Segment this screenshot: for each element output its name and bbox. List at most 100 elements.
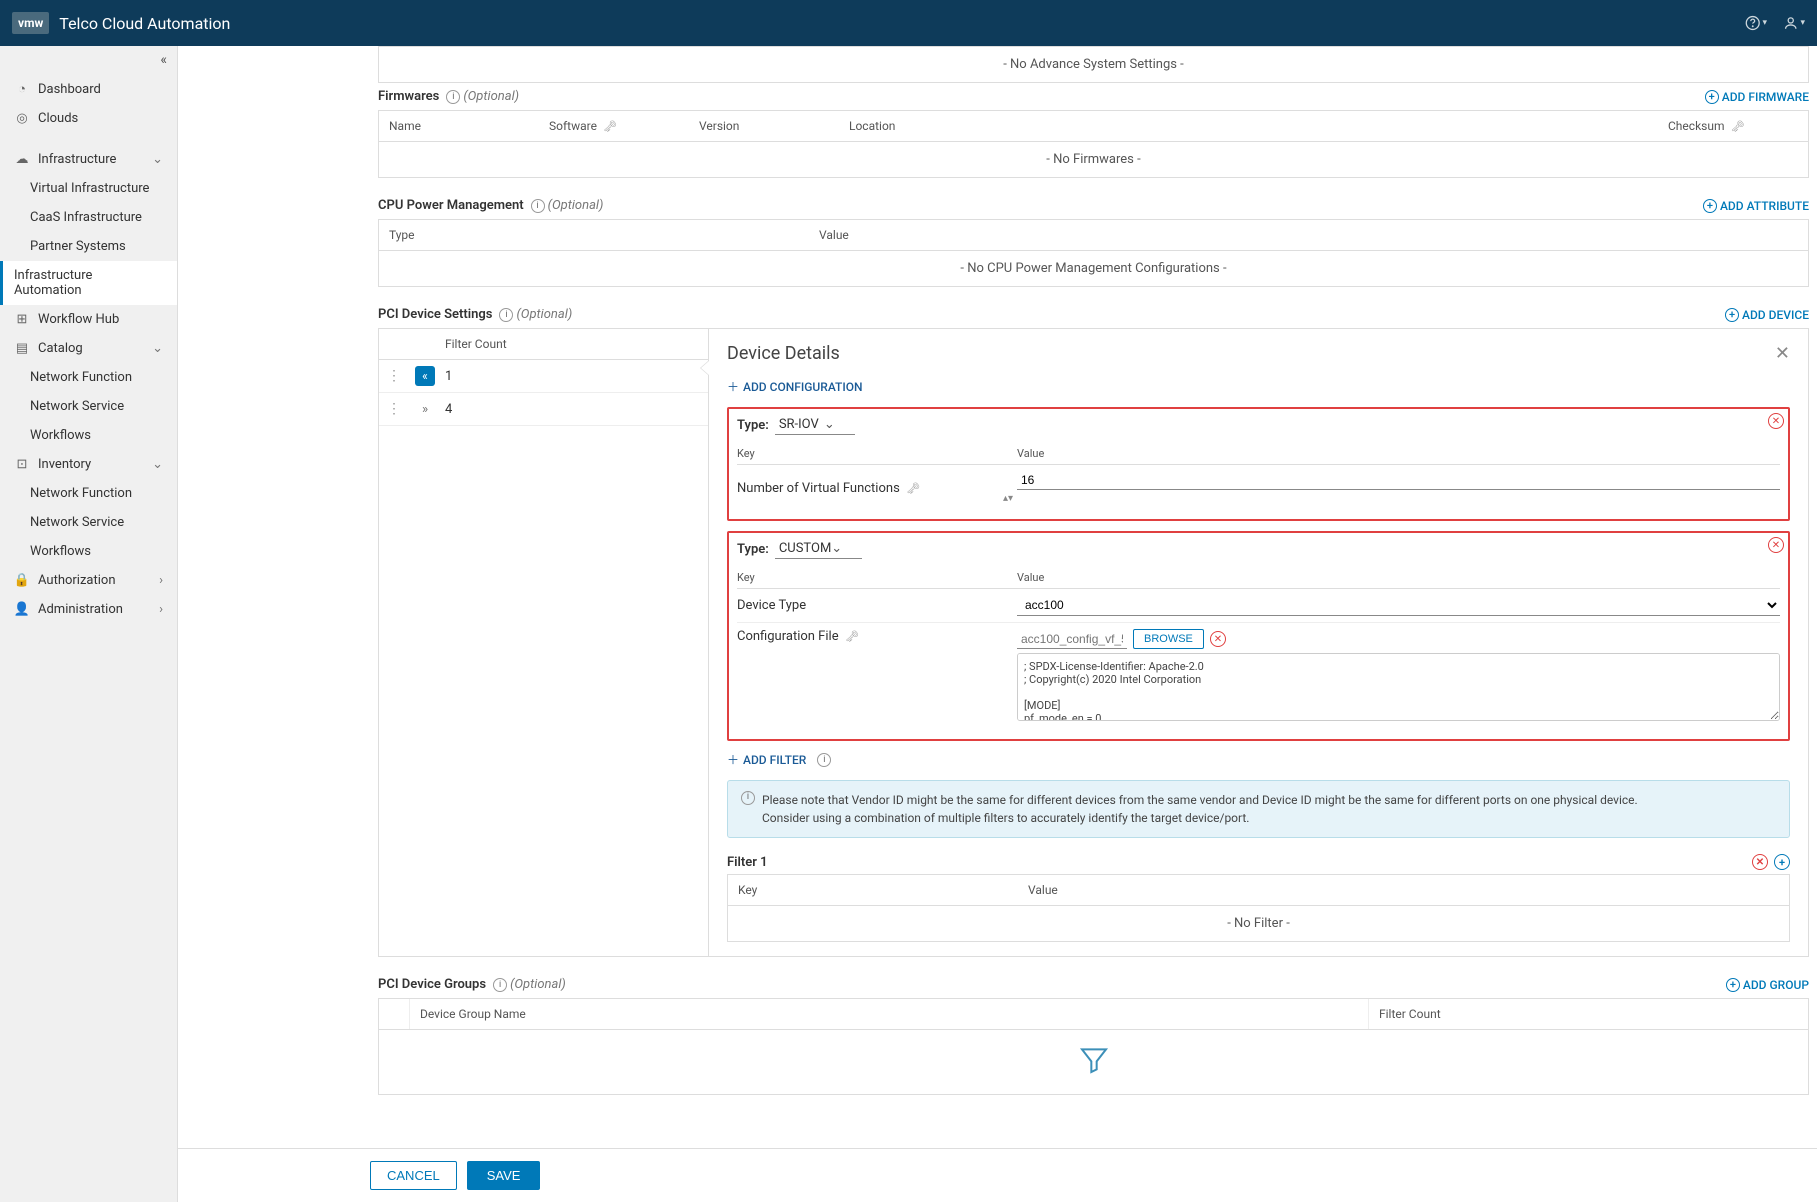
pci-title: PCI Device Settings (378, 307, 492, 322)
save-button[interactable]: SAVE (467, 1161, 541, 1190)
inventory-icon: ⊡ (14, 457, 30, 472)
lock-icon: 🔒 (14, 573, 30, 588)
chevron-right-icon: › (159, 573, 163, 588)
cancel-button[interactable]: CANCEL (370, 1161, 457, 1190)
note-text: Please note that Vendor ID might be the … (762, 793, 1638, 825)
col-version: Version (689, 111, 839, 141)
delete-config-icon[interactable]: ✕ (1768, 413, 1784, 429)
sidebar-item-inventory-ns[interactable]: Network Service (0, 508, 177, 537)
sidebar-item-clouds[interactable]: ◎ Clouds (0, 104, 177, 133)
sidebar-item-infrastructure[interactable]: ☁Infrastructure⌄ (0, 145, 177, 174)
expand-icon[interactable]: » (415, 399, 435, 419)
sidebar-item-authorization[interactable]: 🔒 Authorization › (0, 566, 177, 595)
type-select[interactable]: SR-IOV ⌄ (775, 415, 855, 435)
optional-label: (Optional) (516, 307, 572, 322)
sidebar-item-label: Dashboard (38, 82, 101, 97)
add-group-button[interactable]: +ADD GROUP (1726, 978, 1809, 992)
delete-config-icon[interactable]: ✕ (1768, 537, 1784, 553)
sidebar-item-label: Authorization (38, 573, 116, 588)
sidebar-collapse-icon[interactable]: « (0, 46, 177, 74)
remove-file-icon[interactable]: ✕ (1210, 631, 1226, 647)
sidebar-item-partner-systems[interactable]: Partner Systems (0, 232, 177, 261)
sidebar-item-catalog[interactable]: ▤Catalog⌄ (0, 334, 177, 363)
workflow-icon: ⊞ (14, 312, 30, 327)
sidebar-item-label: Workflows (30, 544, 91, 559)
optional-label: (Optional) (510, 977, 566, 992)
add-firmware-button[interactable]: +ADD FIRMWARE (1705, 90, 1809, 104)
pci-row[interactable]: ⋮ « 1 (379, 360, 708, 393)
sidebar-item-label: Inventory (38, 457, 91, 472)
groups-title: PCI Device Groups (378, 977, 486, 992)
col-checksum: Checksum 🗝 (1658, 111, 1808, 141)
add-configuration-button[interactable]: ＋ADD CONFIGURATION (727, 378, 1790, 395)
pci-row[interactable]: ⋮ » 4 (379, 393, 708, 426)
drag-handle-icon[interactable]: ⋮ (387, 368, 401, 384)
device-type-select[interactable]: acc100 (1017, 595, 1780, 616)
pci-device-list: Filter Count ⋮ « 1 ⋮ » 4 (379, 329, 709, 956)
info-icon[interactable]: i (499, 308, 513, 322)
sriov-value-input[interactable] (1017, 471, 1780, 490)
device-details-title: Device Details (727, 343, 1790, 364)
sidebar-item-caas-infra[interactable]: CaaS Infrastructure (0, 203, 177, 232)
filter-count-header: Filter Count (439, 329, 708, 359)
pci-section: PCI Device Settings i (Optional) +ADD DE… (378, 301, 1809, 957)
type-select[interactable]: CUSTOM ⌄ (775, 539, 862, 559)
key-header: Key (728, 875, 1018, 905)
info-icon[interactable]: i (531, 199, 545, 213)
vmware-logo: vmw (12, 12, 49, 34)
sidebar-item-label: Infrastructure Automation (14, 268, 163, 298)
info-icon: i (741, 791, 755, 805)
config-file-input[interactable] (1017, 630, 1127, 649)
chevron-down-icon: ⌄ (152, 152, 163, 167)
sidebar-item-administration[interactable]: 👤Administration› (0, 595, 177, 624)
sidebar-item-virtual-infra[interactable]: Virtual Infrastructure (0, 174, 177, 203)
info-icon[interactable]: i (493, 978, 507, 992)
drag-handle-icon[interactable]: ⋮ (387, 401, 401, 417)
pci-row-count: 1 (439, 363, 708, 390)
sidebar-item-label: Infrastructure (38, 152, 116, 167)
add-device-button[interactable]: +ADD DEVICE (1725, 308, 1809, 322)
user-icon: 👤 (14, 602, 30, 617)
sidebar-item-catalog-nf[interactable]: Network Function (0, 363, 177, 392)
device-details-panel: ✕ Device Details ＋ADD CONFIGURATION ✕ Ty… (709, 329, 1808, 956)
filter-empty: - No Filter - (728, 906, 1789, 941)
sidebar-item-label: Catalog (38, 341, 83, 356)
browse-button[interactable]: BROWSE (1133, 629, 1204, 649)
pci-row-count: 4 (439, 396, 708, 423)
sidebar-item-label: CaaS Infrastructure (30, 210, 142, 225)
sidebar-item-label: Clouds (38, 111, 78, 126)
value-header: Value (1017, 443, 1780, 465)
sidebar-item-inventory-nf[interactable]: Network Function (0, 479, 177, 508)
info-icon[interactable]: i (446, 90, 460, 104)
sidebar-item-catalog-wf[interactable]: Workflows (0, 421, 177, 450)
firmwares-title: Firmwares (378, 89, 439, 104)
sidebar-item-inventory[interactable]: ⊡Inventory⌄ (0, 450, 177, 479)
user-icon[interactable]: ▾ (1783, 12, 1805, 34)
sidebar-item-dashboard[interactable]: ◔Dashboard (0, 74, 177, 104)
info-icon[interactable]: i (817, 753, 831, 767)
cpu-empty: - No CPU Power Management Configurations… (379, 251, 1808, 286)
remove-filter-icon[interactable]: ✕ (1752, 854, 1768, 870)
add-filter-row-icon[interactable]: + (1774, 854, 1790, 870)
add-attribute-button[interactable]: +ADD ATTRIBUTE (1703, 199, 1809, 213)
sidebar-item-label: Workflow Hub (38, 312, 119, 327)
cpu-section: CPU Power Management i (Optional) +ADD A… (378, 192, 1809, 287)
sidebar-item-infra-automation[interactable]: Infrastructure Automation (0, 261, 177, 305)
key-header: Key (737, 567, 1017, 589)
sidebar-item-label: Administration (38, 602, 123, 617)
col-name: Name (379, 111, 539, 141)
sidebar-item-workflow-hub[interactable]: ⊞ Workflow Hub (0, 305, 177, 334)
add-filter-button[interactable]: ＋ADD FILTER (727, 751, 806, 768)
help-icon[interactable]: ▾ (1745, 12, 1767, 34)
sidebar-item-inventory-wf[interactable]: Workflows (0, 537, 177, 566)
sidebar-item-label: Network Function (30, 370, 132, 385)
footer: CANCEL SAVE (178, 1148, 1817, 1202)
close-icon[interactable]: ✕ (1775, 343, 1790, 364)
clouds-icon: ◎ (14, 111, 30, 126)
config-file-textarea[interactable] (1017, 653, 1780, 721)
device-type-key: Device Type (737, 598, 1017, 613)
sidebar-item-catalog-ns[interactable]: Network Service (0, 392, 177, 421)
col-location: Location (839, 111, 1658, 141)
collapse-icon[interactable]: « (415, 366, 435, 386)
app-header: vmw Telco Cloud Automation ▾ ▾ (0, 0, 1817, 46)
